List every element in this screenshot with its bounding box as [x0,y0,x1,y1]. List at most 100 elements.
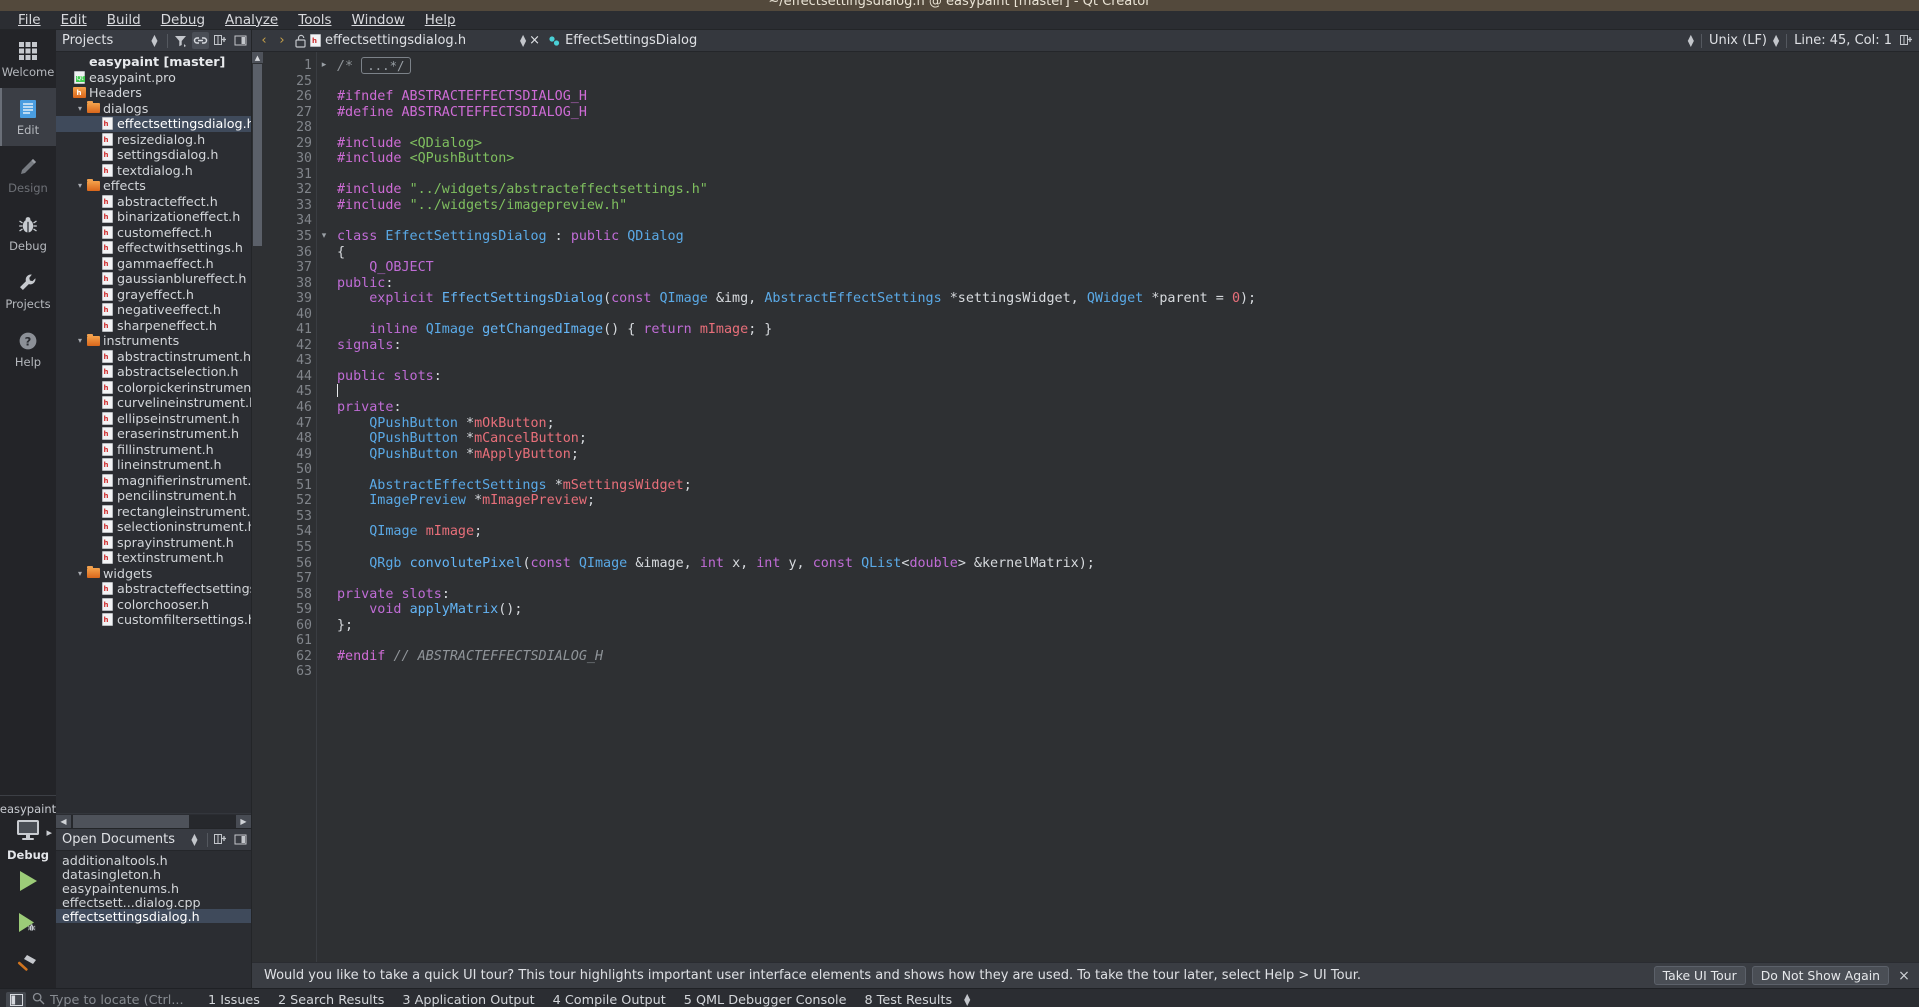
code-text[interactable]: /* ...*/ #ifndef ABSTRACTEFFECTSDIALOG_H… [331,52,1919,962]
menu-debug[interactable]: Debug [151,11,215,30]
filter-icon[interactable] [172,32,189,49]
output-pane-qml-debugger-console[interactable]: 5 QML Debugger Console [678,991,853,1007]
vscroll-up-button[interactable]: ▲ [252,52,263,63]
line-ending-arrows[interactable]: ▲▼ [1688,35,1694,47]
tree-item[interactable]: hcolorpickerinstrument.h [56,380,251,396]
tree-item[interactable]: habstracteffect.h [56,194,251,210]
menu-edit[interactable]: Edit [51,11,97,30]
fold-marker[interactable]: ▸ [317,58,331,74]
tree-item[interactable]: habstractinstrument.h [56,349,251,365]
menu-build[interactable]: Build [97,11,151,30]
split-icon[interactable] [212,32,229,49]
current-file-chip[interactable]: h effectsettingsdialog.h [310,33,516,48]
tree-item[interactable]: hmagnifierinstrument.h [56,473,251,489]
close-panel-icon[interactable] [232,32,249,49]
output-pane-application-output[interactable]: 3 Application Output [396,991,540,1007]
open-document-item[interactable]: datasingleton.h [56,867,251,881]
mode-projects[interactable]: Projects [0,262,56,320]
line-ending-selector[interactable]: Unix (LF) [1709,33,1767,48]
close-panel-icon[interactable] [232,831,249,848]
hscroll-thumb[interactable] [73,815,189,828]
symbol-selector[interactable]: EffectSettingsDialog [548,33,697,48]
code-folding-column[interactable]: ▸▾ [317,52,331,962]
locator[interactable]: Type to locate (Ctrl... [32,992,196,1007]
menu-help[interactable]: Help [415,11,466,30]
encoding-arrows[interactable]: ▲▼ [1773,35,1779,47]
tree-item[interactable]: easypaint.pro [56,70,251,86]
tree-item[interactable]: habstractselection.h [56,364,251,380]
tree-item[interactable]: ▾effects [56,178,251,194]
tree-item[interactable]: hfillinstrument.h [56,442,251,458]
open-document-item[interactable]: effectsettingsdialog.h [56,909,251,923]
output-pane-compile-output[interactable]: 4 Compile Output [547,991,672,1007]
tree-item[interactable]: htextdialog.h [56,163,251,179]
split-icon[interactable] [212,831,229,848]
menu-analyze[interactable]: Analyze [215,11,288,30]
tree-twisty[interactable]: ▾ [74,569,86,578]
tree-item[interactable]: hsettingsdialog.h [56,147,251,163]
hscroll-left-button[interactable]: ◀ [56,815,71,828]
tree-item[interactable]: hlineinstrument.h [56,457,251,473]
editor-vertical-scrollbar[interactable]: ▲ [252,52,263,962]
tree-item[interactable]: hgrayeffect.h [56,287,251,303]
tree-item[interactable]: hresizedialog.h [56,132,251,148]
hscroll-track[interactable] [71,815,236,828]
take-ui-tour-button[interactable]: Take UI Tour [1654,966,1746,985]
open-document-item[interactable]: effectsett...dialog.cpp [56,895,251,909]
tree-item[interactable]: hgammaeffect.h [56,256,251,272]
tree-item[interactable]: heffectwithsettings.h [56,240,251,256]
go-forward-icon[interactable]: › [274,32,290,50]
open-document-item[interactable]: additionaltools.h [56,853,251,867]
link-icon[interactable] [192,32,209,49]
close-file-icon[interactable]: × [529,33,540,48]
output-pane-test-results[interactable]: 8 Test Results [858,991,958,1007]
go-back-icon[interactable]: ‹ [256,32,272,50]
tree-item[interactable]: htextinstrument.h [56,550,251,566]
tree-item[interactable]: hHeaders [56,85,251,101]
menu-window[interactable]: Window [342,11,415,30]
tree-item[interactable]: hsharpeneffect.h [56,318,251,334]
unlocked-icon[interactable] [292,34,308,48]
hscroll-right-button[interactable]: ▶ [236,815,251,828]
tree-item[interactable]: heffectsettingsdialog.h [56,116,251,132]
tree-twisty[interactable]: ▾ [74,336,86,345]
tree-item[interactable]: heraserinstrument.h [56,426,251,442]
tree-item[interactable]: hsprayinstrument.h [56,535,251,551]
tree-item[interactable]: hgaussianblureffect.h [56,271,251,287]
run-button[interactable] [0,862,56,904]
vscroll-thumb[interactable] [253,64,262,246]
open-documents-list[interactable]: additionaltools.hdatasingleton.heasypain… [56,851,251,988]
tree-twisty[interactable]: ▾ [74,104,86,113]
mode-edit[interactable]: Edit [0,88,56,146]
project-tree[interactable]: easypaint [master]easypaint.prohHeaders▾… [56,52,251,813]
tree-item[interactable]: hellipseinstrument.h [56,411,251,427]
menu-tools[interactable]: Tools [288,11,341,30]
mode-welcome[interactable]: Welcome [0,30,56,88]
open-document-item[interactable]: easypaintenums.h [56,881,251,895]
tree-item[interactable]: hcolorchooser.h [56,597,251,613]
tree-twisty[interactable]: ▾ [74,181,86,190]
mode-debug[interactable]: Debug [0,204,56,262]
project-tree-hscrollbar[interactable]: ◀ ▶ [56,813,251,828]
fold-marker[interactable]: ▾ [317,229,331,245]
output-pane-search-results[interactable]: 2 Search Results [272,991,390,1007]
tree-item[interactable]: hnegativeeffect.h [56,302,251,318]
tree-item[interactable]: easypaint [master] [56,54,251,70]
sidebar-toggle-icon[interactable] [6,992,26,1007]
mode-help[interactable]: ? Help [0,320,56,378]
build-button[interactable] [0,946,56,988]
kit-selector[interactable]: easypaint ▸ Debug [0,795,56,862]
tree-item[interactable]: hselectioninstrument.h [56,519,251,535]
split-editor-icon[interactable] [1898,32,1915,49]
mode-design[interactable]: Design [0,146,56,204]
do-not-show-again-button[interactable]: Do Not Show Again [1752,966,1889,985]
tree-item[interactable]: hpencilinstrument.h [56,488,251,504]
tree-item[interactable]: ▾dialogs [56,101,251,117]
tree-item[interactable]: ▾widgets [56,566,251,582]
sort-selector-icon[interactable]: ▲▼ [186,831,203,848]
menu-file[interactable]: File [8,11,51,30]
view-selector-icon[interactable]: ▲▼ [146,32,163,49]
editor-body[interactable]: ▲ 12526272829303132333435363738394041424… [252,52,1919,962]
close-icon[interactable]: × [1895,968,1913,984]
output-pane-issues[interactable]: 1 Issues [202,991,266,1007]
